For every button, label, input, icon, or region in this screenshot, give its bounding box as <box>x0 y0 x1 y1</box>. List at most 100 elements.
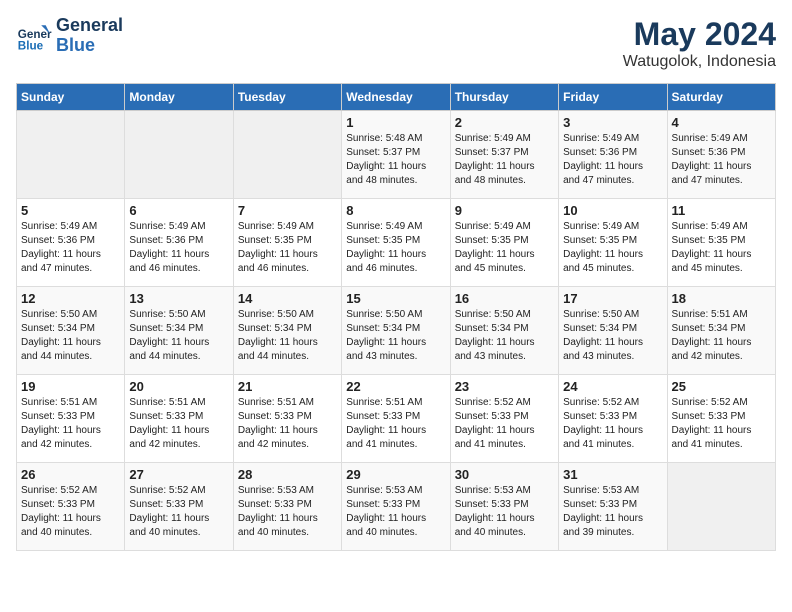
calendar-week-row: 5Sunrise: 5:49 AM Sunset: 5:36 PM Daylig… <box>17 199 776 287</box>
cell-text: Sunrise: 5:49 AM Sunset: 5:36 PM Dayligh… <box>129 220 228 276</box>
day-number: 3 <box>563 115 662 130</box>
day-number: 1 <box>346 115 445 130</box>
day-number: 26 <box>21 467 120 482</box>
weekday-header: Thursday <box>450 84 558 111</box>
day-number: 13 <box>129 291 228 306</box>
day-number: 29 <box>346 467 445 482</box>
day-number: 8 <box>346 203 445 218</box>
day-number: 28 <box>238 467 337 482</box>
weekday-header: Monday <box>125 84 233 111</box>
cell-text: Sunrise: 5:53 AM Sunset: 5:33 PM Dayligh… <box>238 484 337 540</box>
cell-text: Sunrise: 5:49 AM Sunset: 5:36 PM Dayligh… <box>563 132 662 188</box>
day-number: 16 <box>455 291 554 306</box>
cell-text: Sunrise: 5:49 AM Sunset: 5:36 PM Dayligh… <box>21 220 120 276</box>
calendar-week-row: 12 Sunrise: 5:50 AM Sunset: 5:34 PM Dayli… <box>17 287 776 375</box>
day-number: 25 <box>672 379 771 394</box>
day-number: 30 <box>455 467 554 482</box>
day-number: 9 <box>455 203 554 218</box>
cell-text: Sunrise: 5:49 AM Sunset: 5:35 PM Dayligh… <box>563 220 662 276</box>
calendar-cell: 24Sunrise: 5:52 AM Sunset: 5:33 PM Dayli… <box>559 375 667 463</box>
day-number: 22 <box>346 379 445 394</box>
calendar-cell: 28 Sunrise: 5:53 AM Sunset: 5:33 PM Dayli… <box>233 463 341 551</box>
logo-icon: General Blue <box>16 18 52 54</box>
day-number: 27 <box>129 467 228 482</box>
calendar-cell: 1 Sunrise: 5:48 AM Sunset: 5:37 PM Daylig… <box>342 111 450 199</box>
day-number: 12 <box>21 291 120 306</box>
calendar-cell: 25 Sunrise: 5:52 AM Sunset: 5:33 PM Dayli… <box>667 375 775 463</box>
calendar-cell: 19Sunrise: 5:51 AM Sunset: 5:33 PM Dayli… <box>17 375 125 463</box>
calendar-cell: 12 Sunrise: 5:50 AM Sunset: 5:34 PM Dayli… <box>17 287 125 375</box>
calendar-cell: 4Sunrise: 5:49 AM Sunset: 5:36 PM Daylig… <box>667 111 775 199</box>
cell-text: Sunrise: 5:53 AM Sunset: 5:33 PM Dayligh… <box>563 484 662 540</box>
calendar-cell: 3 Sunrise: 5:49 AM Sunset: 5:36 PM Daylig… <box>559 111 667 199</box>
day-number: 17 <box>563 291 662 306</box>
calendar-cell: 21 Sunrise: 5:51 AM Sunset: 5:33 PM Dayli… <box>233 375 341 463</box>
calendar-week-row: 26 Sunrise: 5:52 AM Sunset: 5:33 PM Dayli… <box>17 463 776 551</box>
title-area: May 2024 Watugolok, Indonesia <box>623 16 776 71</box>
calendar-cell: 5Sunrise: 5:49 AM Sunset: 5:36 PM Daylig… <box>17 199 125 287</box>
weekday-header: Saturday <box>667 84 775 111</box>
calendar-cell: 26 Sunrise: 5:52 AM Sunset: 5:33 PM Dayli… <box>17 463 125 551</box>
weekday-header: Tuesday <box>233 84 341 111</box>
weekday-header: Sunday <box>17 84 125 111</box>
calendar-cell: 14 Sunrise: 5:50 AM Sunset: 5:34 PM Dayli… <box>233 287 341 375</box>
calendar-cell: 31 Sunrise: 5:53 AM Sunset: 5:33 PM Dayli… <box>559 463 667 551</box>
day-number: 7 <box>238 203 337 218</box>
cell-text: Sunrise: 5:49 AM Sunset: 5:35 PM Dayligh… <box>455 220 554 276</box>
calendar-cell: 11 Sunrise: 5:49 AM Sunset: 5:35 PM Dayli… <box>667 199 775 287</box>
cell-text: Sunrise: 5:52 AM Sunset: 5:33 PM Dayligh… <box>563 396 662 452</box>
cell-text: Sunrise: 5:52 AM Sunset: 5:33 PM Dayligh… <box>455 396 554 452</box>
calendar-cell: 27Sunrise: 5:52 AM Sunset: 5:33 PM Dayli… <box>125 463 233 551</box>
day-number: 21 <box>238 379 337 394</box>
calendar-cell <box>125 111 233 199</box>
cell-text: Sunrise: 5:50 AM Sunset: 5:34 PM Dayligh… <box>238 308 337 364</box>
calendar-cell <box>667 463 775 551</box>
calendar-cell <box>17 111 125 199</box>
cell-text: Sunrise: 5:50 AM Sunset: 5:34 PM Dayligh… <box>455 308 554 364</box>
calendar-cell: 15 Sunrise: 5:50 AM Sunset: 5:34 PM Dayli… <box>342 287 450 375</box>
month-title: May 2024 <box>623 16 776 53</box>
cell-text: Sunrise: 5:53 AM Sunset: 5:33 PM Dayligh… <box>346 484 445 540</box>
calendar-week-row: 19Sunrise: 5:51 AM Sunset: 5:33 PM Dayli… <box>17 375 776 463</box>
cell-text: Sunrise: 5:52 AM Sunset: 5:33 PM Dayligh… <box>672 396 771 452</box>
cell-text: Sunrise: 5:49 AM Sunset: 5:35 PM Dayligh… <box>672 220 771 276</box>
cell-text: Sunrise: 5:48 AM Sunset: 5:37 PM Dayligh… <box>346 132 445 188</box>
cell-text: Sunrise: 5:51 AM Sunset: 5:33 PM Dayligh… <box>21 396 120 452</box>
calendar-cell: 16 Sunrise: 5:50 AM Sunset: 5:34 PM Dayli… <box>450 287 558 375</box>
day-number: 31 <box>563 467 662 482</box>
cell-text: Sunrise: 5:52 AM Sunset: 5:33 PM Dayligh… <box>21 484 120 540</box>
day-number: 6 <box>129 203 228 218</box>
cell-text: Sunrise: 5:50 AM Sunset: 5:34 PM Dayligh… <box>346 308 445 364</box>
cell-text: Sunrise: 5:53 AM Sunset: 5:33 PM Dayligh… <box>455 484 554 540</box>
svg-text:Blue: Blue <box>18 39 44 52</box>
calendar-cell: 18Sunrise: 5:51 AM Sunset: 5:34 PM Dayli… <box>667 287 775 375</box>
calendar-cell: 10 Sunrise: 5:49 AM Sunset: 5:35 PM Dayli… <box>559 199 667 287</box>
calendar-cell: 20Sunrise: 5:51 AM Sunset: 5:33 PM Dayli… <box>125 375 233 463</box>
day-number: 10 <box>563 203 662 218</box>
weekday-header: Wednesday <box>342 84 450 111</box>
calendar-cell: 9 Sunrise: 5:49 AM Sunset: 5:35 PM Daylig… <box>450 199 558 287</box>
calendar-cell: 7Sunrise: 5:49 AM Sunset: 5:35 PM Daylig… <box>233 199 341 287</box>
day-number: 23 <box>455 379 554 394</box>
calendar-cell: 23 Sunrise: 5:52 AM Sunset: 5:33 PM Dayli… <box>450 375 558 463</box>
day-number: 20 <box>129 379 228 394</box>
cell-text: Sunrise: 5:49 AM Sunset: 5:35 PM Dayligh… <box>346 220 445 276</box>
logo-text: General Blue <box>56 16 123 56</box>
calendar-cell <box>233 111 341 199</box>
calendar-cell: 6 Sunrise: 5:49 AM Sunset: 5:36 PM Daylig… <box>125 199 233 287</box>
day-number: 15 <box>346 291 445 306</box>
day-number: 4 <box>672 115 771 130</box>
cell-text: Sunrise: 5:51 AM Sunset: 5:33 PM Dayligh… <box>346 396 445 452</box>
calendar-cell: 22 Sunrise: 5:51 AM Sunset: 5:33 PM Dayli… <box>342 375 450 463</box>
cell-text: Sunrise: 5:51 AM Sunset: 5:33 PM Dayligh… <box>238 396 337 452</box>
cell-text: Sunrise: 5:51 AM Sunset: 5:34 PM Dayligh… <box>672 308 771 364</box>
day-number: 11 <box>672 203 771 218</box>
cell-text: Sunrise: 5:50 AM Sunset: 5:34 PM Dayligh… <box>21 308 120 364</box>
day-number: 14 <box>238 291 337 306</box>
calendar-cell: 30 Sunrise: 5:53 AM Sunset: 5:33 PM Dayli… <box>450 463 558 551</box>
weekday-header: Friday <box>559 84 667 111</box>
calendar-cell: 17 Sunrise: 5:50 AM Sunset: 5:34 PM Dayli… <box>559 287 667 375</box>
location-title: Watugolok, Indonesia <box>623 53 776 71</box>
cell-text: Sunrise: 5:50 AM Sunset: 5:34 PM Dayligh… <box>563 308 662 364</box>
logo: General Blue General Blue <box>16 16 123 56</box>
